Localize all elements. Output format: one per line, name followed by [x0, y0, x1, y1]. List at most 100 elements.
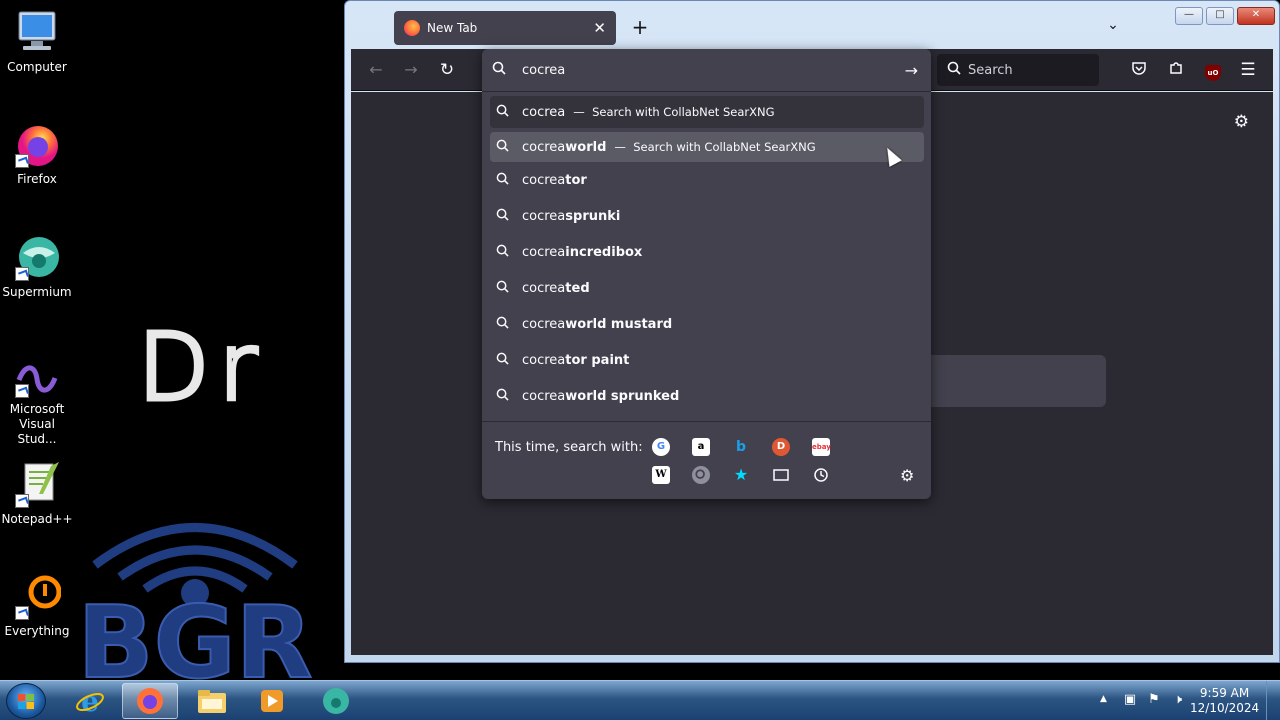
desktop-icon-label: Notepad++ [1, 512, 73, 526]
show-hidden-icons-arrow-icon[interactable]: ▲ [1100, 694, 1107, 704]
reload-icon[interactable]: ↻ [436, 59, 458, 81]
suggestion-typed: cocrea [522, 139, 566, 155]
suggestion-typed: cocrea [522, 280, 566, 296]
taskbar-firefox[interactable] [122, 683, 178, 719]
desktop-icon-visual-studio[interactable]: Microsoft Visual Stud... [0, 360, 74, 447]
wallpaper-logo-text: BGR [77, 584, 312, 680]
notepad-plus-plus-icon [13, 460, 61, 508]
new-tab-button[interactable]: + [627, 15, 653, 41]
tabs-icon[interactable] [772, 466, 790, 484]
divider [482, 91, 931, 92]
visual-studio-icon [13, 360, 61, 398]
internet-explorer-icon: e [76, 686, 104, 716]
duckduckgo-icon[interactable]: D [772, 438, 790, 456]
firefox-icon [137, 688, 163, 714]
suggestion-completion: world sprunked [565, 388, 680, 404]
newtab-search-box[interactable] [926, 355, 1106, 407]
suggestion-row[interactable]: cocrea — Search with CollabNet SearXNG [490, 96, 924, 128]
suggestion-action: — Search with CollabNet SearXNG [573, 105, 775, 119]
close-window-button[interactable]: ✕ [1237, 7, 1275, 25]
supermium-icon [323, 688, 349, 714]
taskbar-internet-explorer[interactable]: e [62, 683, 118, 719]
start-button[interactable] [6, 683, 46, 719]
desktop-icon-firefox[interactable]: Firefox [0, 120, 74, 186]
tab-title: New Tab [427, 21, 478, 35]
computer-icon [13, 8, 61, 56]
suggestion-list: cocrea — Search with CollabNet SearXNG c… [490, 96, 924, 414]
search-icon [492, 61, 514, 79]
suggestion-typed: cocrea [522, 244, 566, 260]
clock-date: 12/10/2024 [1190, 701, 1260, 715]
ublock-origin-icon[interactable]: uO [1203, 60, 1223, 81]
suggestion-row[interactable]: cocrea world sprunked [490, 378, 924, 414]
history-icon[interactable] [812, 466, 830, 484]
folder-icon [198, 690, 226, 713]
suggestion-typed: cocrea [522, 208, 566, 224]
ebay-icon[interactable]: ebay [812, 438, 831, 456]
search-icon [496, 139, 522, 156]
suggestion-row[interactable]: cocrea tor paint [490, 342, 924, 378]
suggestion-action-text: Search with CollabNet SearXNG [592, 105, 775, 119]
minimize-button[interactable]: — [1175, 7, 1203, 25]
desktop-icon-everything[interactable]: Everything [0, 572, 74, 638]
clock-time: 9:59 AM [1199, 686, 1250, 700]
wikipedia-icon[interactable]: W [652, 466, 670, 484]
back-arrow-icon[interactable]: ← [365, 59, 387, 81]
suggestion-typed: cocrea [522, 316, 566, 332]
wallpaper-bgr-logo: BGR [76, 523, 314, 680]
suggestion-row[interactable]: cocrea world — Search with CollabNet Sea… [490, 132, 924, 162]
suggestion-row[interactable]: cocrea incredibox [490, 234, 924, 270]
urlbar-dropdown: cocrea → cocrea — Search with CollabNet … [482, 49, 931, 499]
suggestion-completion: ted [565, 280, 590, 296]
suggestion-typed: cocrea [522, 388, 566, 404]
system-tray: ▲ ▣ ⚑ 🕨 9:59 AM 12/10/2024 [1090, 681, 1280, 720]
suggestion-row[interactable]: cocrea world mustard [490, 306, 924, 342]
desktop-icon-label: Everything [4, 624, 70, 638]
desktop-icon-supermium[interactable]: Supermium [0, 233, 74, 299]
suggestion-row[interactable]: cocrea sprunki [490, 198, 924, 234]
google-icon[interactable]: G [652, 438, 670, 456]
clock[interactable]: 9:59 AM 12/10/2024 [1190, 686, 1259, 716]
suggestion-row[interactable]: cocrea tor [490, 162, 924, 198]
action-center-flag-icon[interactable]: ⚑ [1146, 692, 1162, 708]
customize-gear-icon[interactable]: ⚙ [1234, 112, 1249, 132]
urlbar-input[interactable]: cocrea → [492, 56, 922, 84]
taskbar-file-explorer[interactable] [184, 683, 240, 719]
suggestion-action: — Search with CollabNet SearXNG [614, 140, 816, 154]
searxng-icon[interactable] [692, 466, 710, 484]
go-arrow-icon[interactable]: → [905, 61, 922, 80]
taskbar-supermium[interactable] [308, 683, 364, 719]
list-all-tabs-chevron-icon[interactable]: ⌄ [1103, 17, 1123, 37]
suggestion-completion: incredibox [565, 244, 643, 260]
bing-icon[interactable]: b [732, 438, 750, 456]
suggestion-row[interactable]: cocrea ted [490, 270, 924, 306]
amazon-icon[interactable]: a [692, 438, 710, 456]
desktop-icon-label: Supermium [2, 285, 72, 299]
hamburger-menu-icon[interactable]: ☰ [1238, 60, 1258, 80]
pocket-icon[interactable] [1129, 60, 1149, 80]
desktop-icon-label: Microsoft Visual Stud... [9, 402, 65, 446]
desktop-icon-notepad-plus-plus[interactable]: Notepad++ [0, 460, 74, 526]
search-bar-placeholder: Search [968, 62, 1013, 78]
suggestion-completion: tor [565, 172, 587, 188]
forward-arrow-icon[interactable]: → [400, 59, 422, 81]
close-tab-icon[interactable]: ✕ [593, 19, 606, 37]
tab-new-tab[interactable]: New Tab ✕ [394, 11, 616, 45]
extensions-puzzle-icon[interactable] [1166, 60, 1186, 80]
taskbar: e ▲ ▣ ⚑ 🕨 9:59 AM 12/10/2024 [0, 680, 1280, 720]
search-bar[interactable]: Search [937, 54, 1099, 86]
suggestion-completion: sprunki [565, 208, 621, 224]
network-icon[interactable]: ▣ [1122, 692, 1138, 708]
maximize-button[interactable]: □ [1206, 7, 1234, 25]
volume-muted-icon[interactable]: 🕨 [1170, 692, 1186, 708]
search-icon [496, 104, 522, 121]
suggestion-completion: world [565, 139, 607, 155]
supermium-icon [13, 233, 61, 281]
urlbar-value: cocrea [522, 62, 566, 78]
desktop-icon-computer[interactable]: Computer [0, 8, 74, 74]
search-settings-gear-icon[interactable]: ⚙ [900, 466, 914, 485]
desktop-icon-label: Firefox [17, 172, 57, 186]
bookmarks-icon[interactable]: ★ [732, 466, 750, 484]
show-desktop-button[interactable] [1266, 681, 1280, 720]
taskbar-media-player[interactable] [244, 683, 300, 719]
